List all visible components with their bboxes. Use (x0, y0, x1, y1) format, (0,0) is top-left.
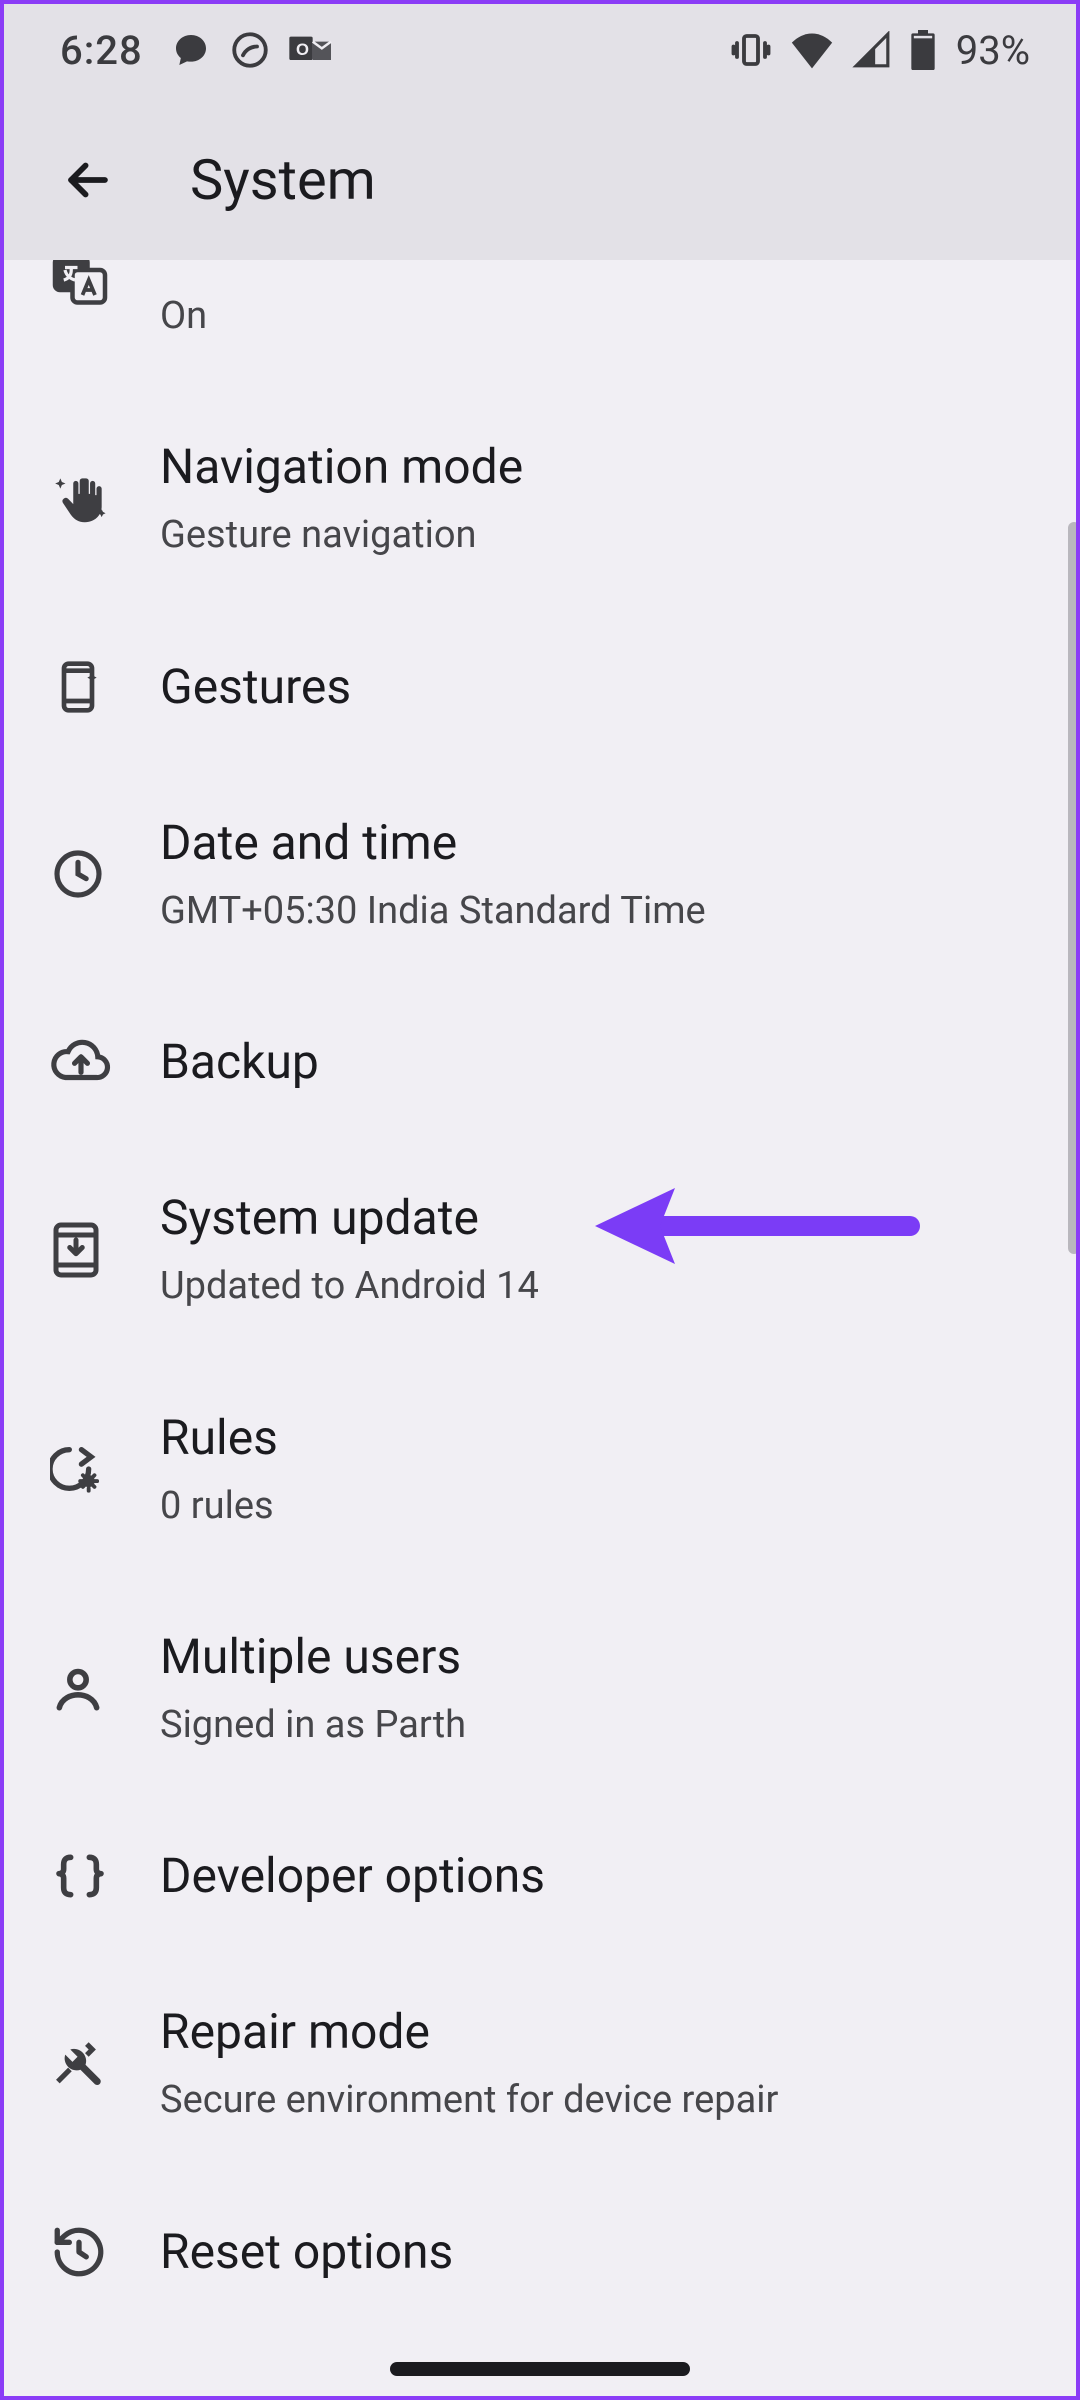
status-bar: 6:28 O 93% (0, 0, 1080, 100)
clock-icon (50, 846, 160, 902)
settings-item-title: Navigation mode (160, 437, 1040, 497)
person-icon (50, 1661, 160, 1717)
settings-item-reset[interactable]: Reset options (0, 2174, 1080, 2330)
cloud-upload-icon (50, 1034, 160, 1090)
battery-icon (910, 30, 936, 70)
settings-item-subtitle: Signed in as Parth (160, 1701, 1040, 1750)
gesture-nav-pill[interactable] (390, 2362, 690, 2376)
settings-item-title: Date and time (160, 813, 1040, 873)
svg-text:O: O (296, 40, 309, 59)
settings-item-title: Backup (160, 1032, 1040, 1092)
cloud-check-icon (229, 29, 271, 71)
settings-item-navigation-mode[interactable]: Navigation mode Gesture navigation (0, 389, 1080, 608)
settings-item-title: System update (160, 1188, 1040, 1248)
settings-item-title: Repair mode (160, 2002, 1040, 2062)
settings-item-gestures[interactable]: Gestures (0, 609, 1080, 765)
settings-item-live-translate[interactable]: Live Translate On (0, 260, 1080, 389)
settings-content: Live Translate On Navigation mode Gestur… (0, 260, 1080, 2400)
phone-sparkle-icon (50, 659, 160, 715)
settings-item-title: Multiple users (160, 1627, 1040, 1687)
settings-item-multiple-users[interactable]: Multiple users Signed in as Parth (0, 1579, 1080, 1798)
wrench-hammer-icon (50, 2035, 160, 2093)
phone-download-icon (50, 1220, 160, 1280)
hand-sparkle-icon (50, 468, 160, 530)
outlook-icon: O (289, 30, 333, 70)
settings-item-repair-mode[interactable]: Repair mode Secure environment for devic… (0, 1954, 1080, 2173)
page-title: System (190, 147, 376, 213)
settings-item-title: Gestures (160, 657, 1040, 717)
settings-item-system-update[interactable]: System update Updated to Android 14 (0, 1140, 1080, 1359)
settings-item-title: Reset options (160, 2222, 1040, 2282)
vibrate-icon (730, 29, 772, 71)
settings-item-subtitle: Updated to Android 14 (160, 1262, 1040, 1311)
braces-icon (50, 1848, 160, 1904)
signal-icon (852, 31, 892, 69)
settings-item-subtitle: On (160, 292, 1040, 341)
scrollbar[interactable] (1068, 522, 1080, 1254)
settings-item-subtitle: Secure environment for device repair (160, 2076, 1040, 2125)
status-time: 6:28 (60, 27, 143, 74)
settings-item-title: Rules (160, 1408, 1040, 1468)
rules-icon (50, 1440, 160, 1498)
settings-item-subtitle: Gesture navigation (160, 511, 1040, 560)
app-bar: System (0, 100, 1080, 260)
wifi-icon (790, 31, 834, 69)
settings-item-backup[interactable]: Backup (0, 984, 1080, 1140)
translate-icon (50, 260, 160, 310)
settings-item-subtitle: GMT+05:30 India Standard Time (160, 887, 1040, 936)
back-button[interactable] (38, 130, 138, 230)
settings-item-date-time[interactable]: Date and time GMT+05:30 India Standard T… (0, 765, 1080, 984)
battery-percent: 93% (956, 27, 1030, 74)
settings-item-rules[interactable]: Rules 0 rules (0, 1360, 1080, 1579)
settings-item-title: Developer options (160, 1846, 1040, 1906)
chat-bubble-icon (171, 30, 211, 70)
history-icon (50, 2223, 160, 2281)
settings-item-subtitle: 0 rules (160, 1482, 1040, 1531)
settings-item-developer[interactable]: Developer options (0, 1798, 1080, 1954)
